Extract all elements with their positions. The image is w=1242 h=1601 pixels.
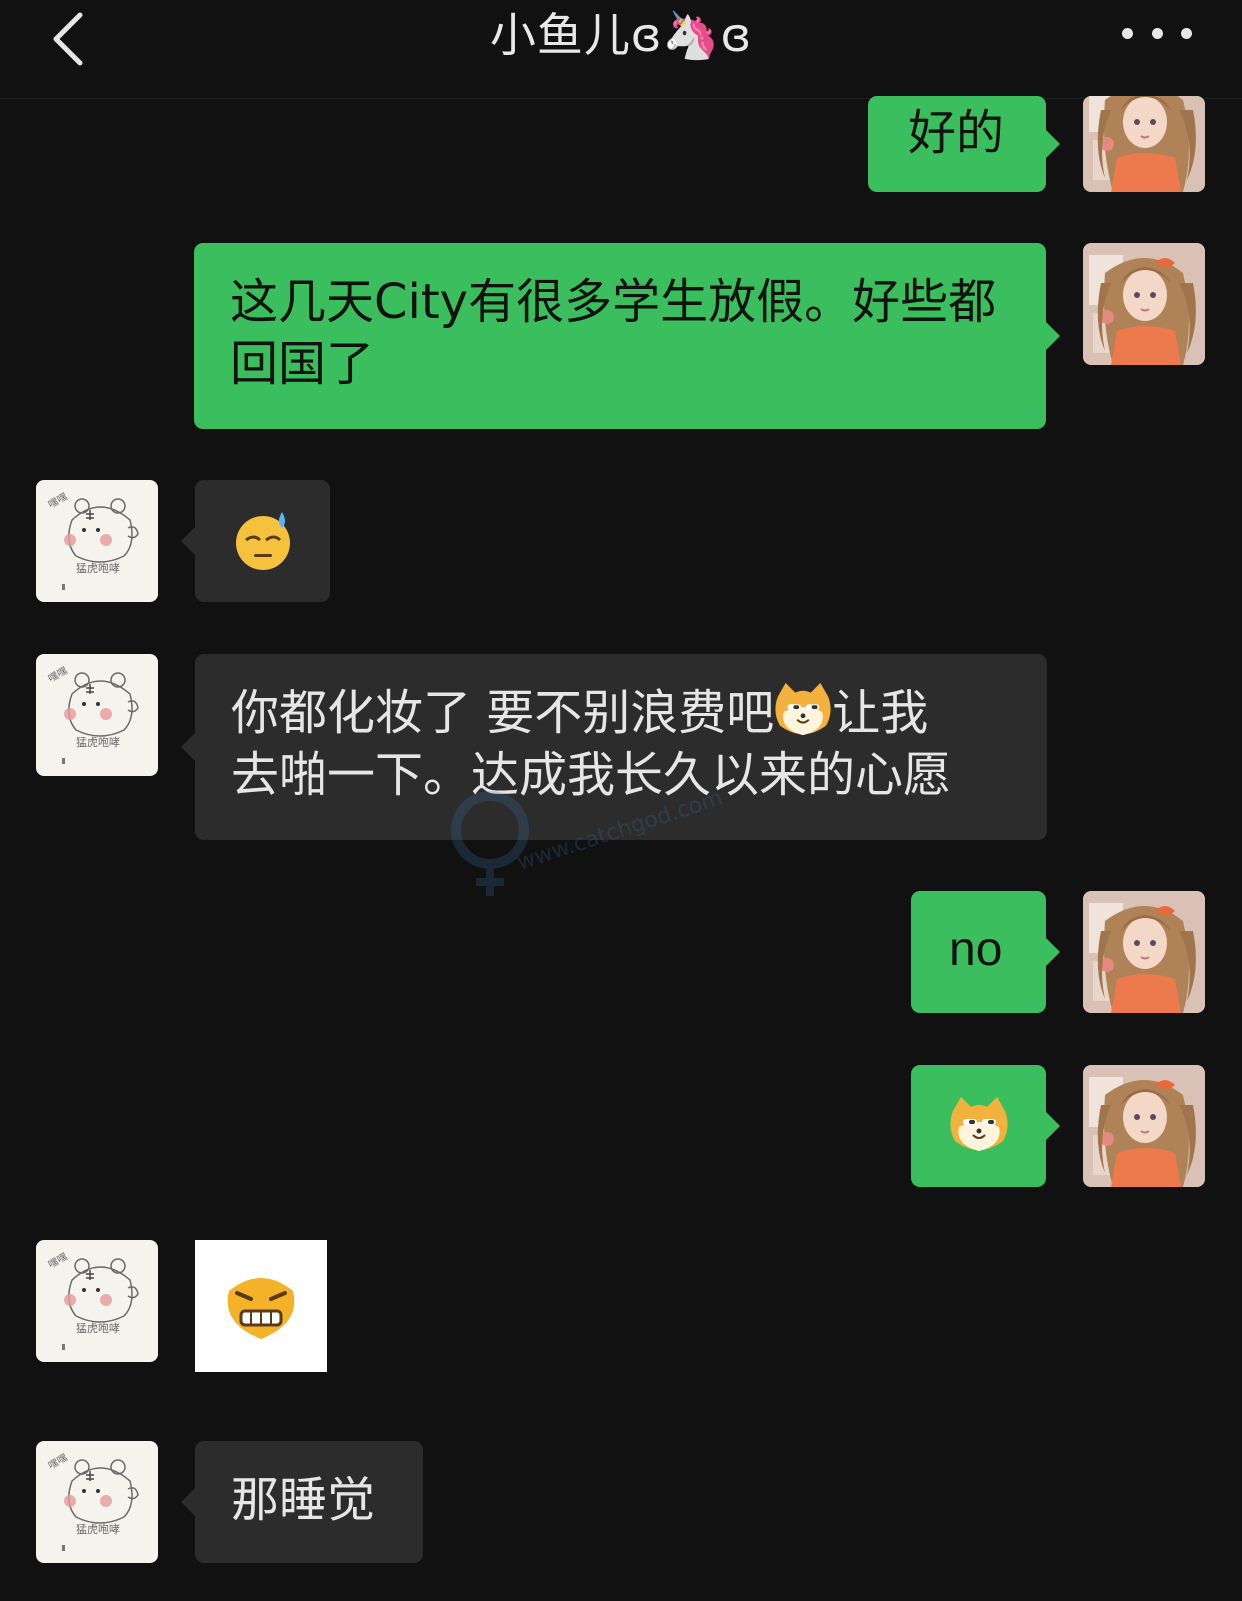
sticker-image[interactable]: [195, 1240, 327, 1372]
message-bubble-friend[interactable]: 那睡觉: [181, 1441, 423, 1563]
grimace-emoji: [227, 1278, 295, 1339]
message-bubble-mine[interactable]: no: [911, 891, 1060, 1013]
my-avatar[interactable]: [1083, 1065, 1205, 1187]
message-bubble-mine[interactable]: 好的: [868, 96, 1060, 192]
my-avatar[interactable]: [1083, 891, 1205, 1013]
sweat-smile-emoji: [235, 512, 290, 570]
message-bubble-friend[interactable]: 你都化妆了 要不别浪费吧 让我 去啪一下。达成我长久以来的心愿: [181, 654, 1047, 840]
message-bubble-friend[interactable]: [181, 480, 330, 602]
chat-title: 小鱼儿ɞ🦄ɞ: [489, 8, 753, 62]
friend-avatar[interactable]: [36, 480, 158, 602]
friend-avatar[interactable]: [36, 1240, 158, 1362]
message-bubble-mine[interactable]: 这几天City有很多学生放假。好些都回国了: [194, 243, 1060, 429]
friend-avatar[interactable]: [36, 1441, 158, 1563]
more-options-button[interactable]: [1122, 18, 1192, 48]
doge-emoji: [948, 1097, 1009, 1152]
my-avatar[interactable]: [1083, 96, 1205, 192]
doge-emoji: [774, 682, 832, 737]
friend-avatar[interactable]: [36, 654, 158, 776]
more-dots-icon: [1122, 27, 1133, 39]
chat-header: 小鱼儿ɞ🦄ɞ: [0, 0, 1242, 99]
message-bubble-mine[interactable]: [911, 1065, 1060, 1187]
my-avatar[interactable]: [1083, 243, 1205, 365]
